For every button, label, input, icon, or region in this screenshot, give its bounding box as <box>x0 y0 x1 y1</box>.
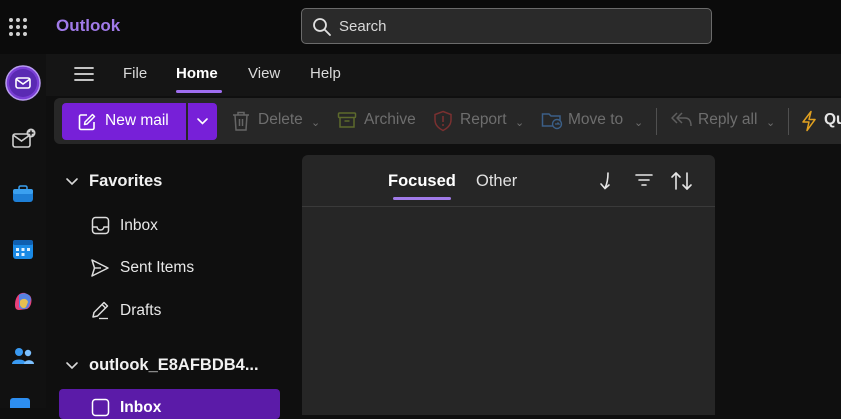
calendar-icon <box>13 240 33 259</box>
copilot-app-button[interactable] <box>5 283 41 319</box>
jump-down-arrow-icon[interactable] <box>598 171 614 191</box>
favorites-header[interactable]: Favorites <box>89 172 162 191</box>
quick-steps-button[interactable]: Qu <box>824 111 841 129</box>
new-mail-rail-button[interactable] <box>5 122 41 158</box>
menu-view[interactable]: View <box>248 65 280 82</box>
people-icon <box>12 348 34 364</box>
app-launcher-icon[interactable] <box>6 15 30 39</box>
folder-item-drafts[interactable]: Drafts <box>120 302 161 320</box>
focused-tab-indicator <box>393 197 451 200</box>
move-to-button[interactable]: Move to <box>568 111 623 129</box>
people-app-button[interactable] <box>5 338 41 374</box>
filter-icon[interactable] <box>635 173 653 187</box>
move-to-chevron-icon[interactable]: ⌄ <box>634 116 643 129</box>
menu-home[interactable]: Home <box>176 65 218 82</box>
top-bar: Outlook Search <box>0 0 841 54</box>
reply-all-button[interactable]: Reply all <box>698 111 757 129</box>
calendar-app-button[interactable] <box>5 231 41 267</box>
briefcase-icon <box>13 185 33 202</box>
briefcase-app-button[interactable] <box>5 176 41 212</box>
home-tab-indicator <box>176 90 222 93</box>
compose-icon <box>78 113 96 131</box>
tab-focused[interactable]: Focused <box>388 172 456 191</box>
chevron-down-icon[interactable] <box>64 175 80 189</box>
list-header-divider <box>302 206 715 207</box>
report-shield-icon <box>433 110 453 132</box>
report-chevron-icon[interactable]: ⌄ <box>515 116 524 129</box>
reply-all-icon <box>670 110 694 130</box>
chevron-down-icon[interactable] <box>64 359 80 373</box>
report-button[interactable]: Report <box>460 111 507 129</box>
menu-file[interactable]: File <box>123 65 147 82</box>
mail-icon <box>5 65 41 101</box>
folder-item-account-inbox[interactable]: Inbox <box>59 389 280 419</box>
chevron-down-icon <box>197 118 208 125</box>
inbox-icon <box>91 216 110 235</box>
archive-icon <box>337 110 357 130</box>
reply-all-chevron-icon[interactable]: ⌄ <box>766 116 775 129</box>
move-to-folder-icon <box>541 110 563 130</box>
tab-other[interactable]: Other <box>476 172 517 191</box>
new-mail-label: New mail <box>105 112 169 129</box>
new-mail-button[interactable]: New mail <box>62 103 186 140</box>
mail-app-button[interactable] <box>5 65 41 101</box>
archive-button[interactable]: Archive <box>364 111 416 129</box>
delete-chevron-icon[interactable]: ⌄ <box>311 116 320 129</box>
sent-items-icon <box>90 258 110 278</box>
menu-help[interactable]: Help <box>310 65 341 82</box>
hamburger-menu-icon[interactable] <box>74 66 94 82</box>
account-header[interactable]: outlook_E8AFBDB4... <box>89 356 259 375</box>
sort-icon[interactable] <box>670 171 694 191</box>
search-input[interactable]: Search <box>339 18 387 35</box>
app-rail <box>0 54 46 408</box>
message-list: Focused Other <box>302 155 715 415</box>
folder-item-sent-items[interactable]: Sent Items <box>120 259 194 277</box>
new-mail-icon <box>12 128 36 148</box>
account-inbox-label: Inbox <box>120 399 162 416</box>
copilot-icon <box>15 292 32 310</box>
folder-item-inbox[interactable]: Inbox <box>120 217 158 235</box>
ribbon-divider <box>788 108 789 135</box>
search-icon <box>312 17 332 37</box>
lightning-icon <box>800 110 818 132</box>
menu-bar: File Home View Help <box>46 54 841 96</box>
drafts-pencil-icon <box>90 300 110 320</box>
ribbon-divider <box>656 108 657 135</box>
delete-button[interactable]: Delete <box>258 111 303 129</box>
app-title[interactable]: Outlook <box>56 16 120 36</box>
new-mail-dropdown-button[interactable] <box>188 103 217 140</box>
more-apps-icon[interactable] <box>10 398 30 408</box>
search-box[interactable]: Search <box>301 8 712 44</box>
delete-icon <box>231 110 251 132</box>
